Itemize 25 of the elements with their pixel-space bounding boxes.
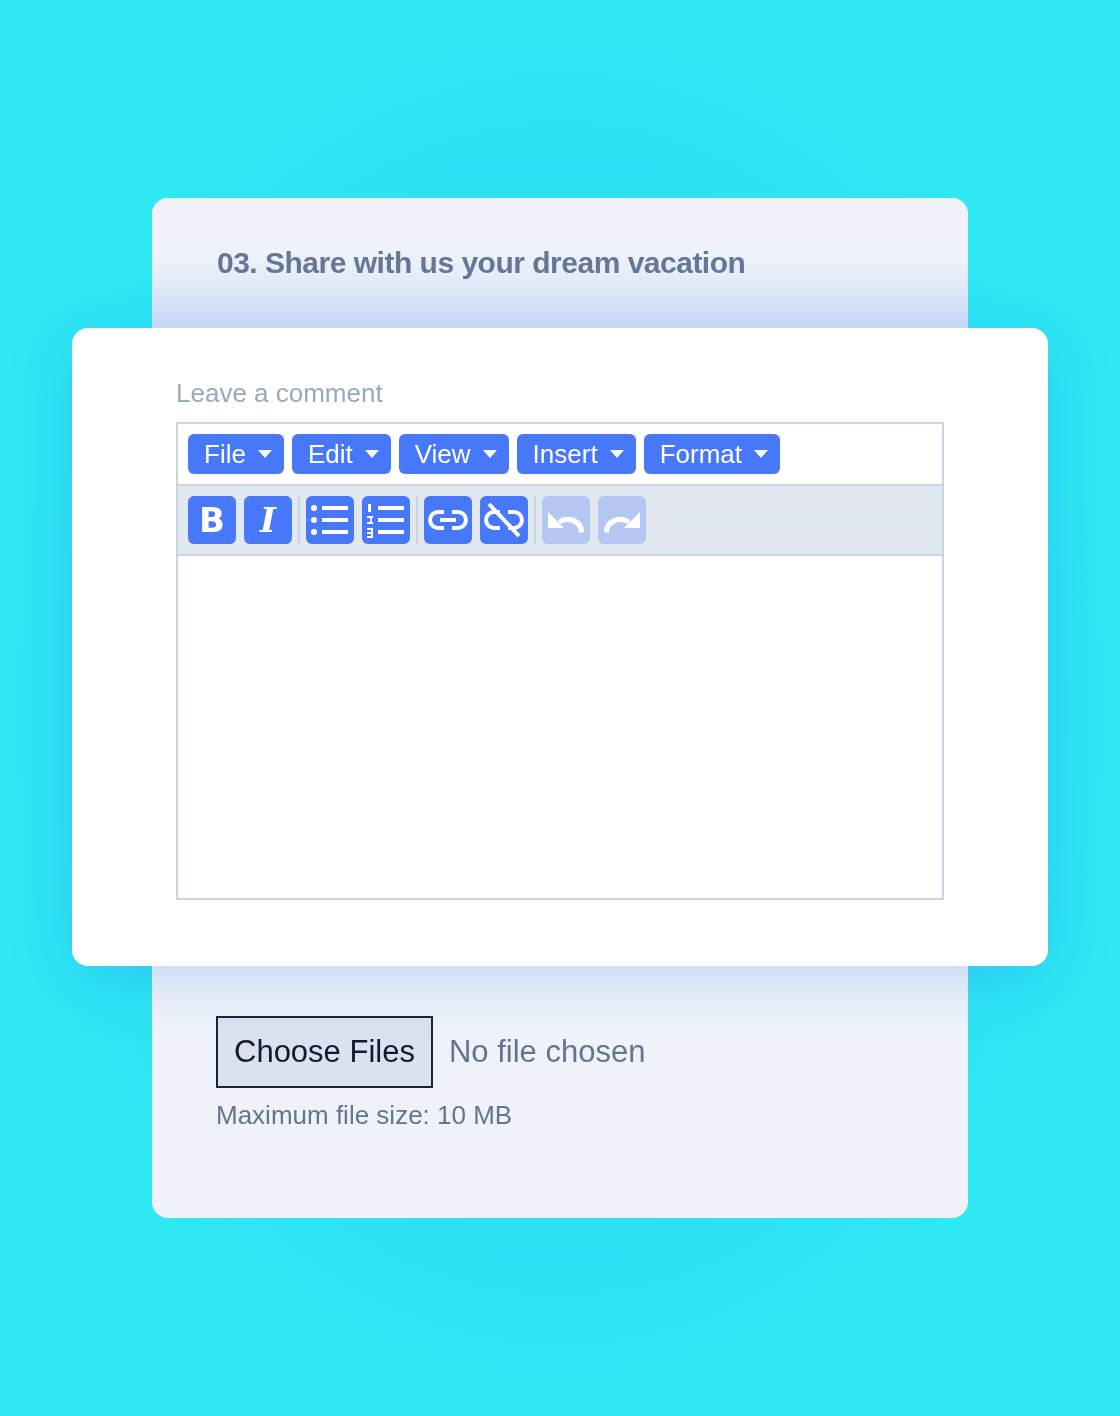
comment-label: Leave a comment: [176, 378, 384, 409]
link-button[interactable]: [424, 496, 472, 544]
unlink-button[interactable]: [480, 496, 528, 544]
bold-button[interactable]: B: [188, 496, 236, 544]
caret-icon: [364, 450, 379, 458]
caret-icon: [754, 450, 768, 458]
italic-button[interactable]: I: [244, 496, 292, 544]
file-status: No file chosen: [448, 1034, 646, 1070]
numbered-list-icon: [366, 502, 406, 538]
unlink-icon: [484, 502, 524, 538]
question-title: 03. Share with us your dream vacation: [217, 246, 746, 280]
caret-icon: [482, 450, 497, 458]
numbers-button[interactable]: [362, 496, 410, 544]
choose-files-button[interactable]: Choose Files: [216, 1016, 433, 1088]
menu-button[interactable]: Edit: [291, 434, 391, 474]
menu-button[interactable]: View: [398, 434, 509, 474]
menu-button[interactable]: Format: [643, 434, 780, 474]
link-icon: [428, 508, 468, 532]
caret-icon: [257, 450, 272, 458]
menu-button[interactable]: Insert: [516, 434, 636, 474]
menu-button[interactable]: File: [188, 434, 284, 474]
file-size-hint: Maximum file size: 10 MB: [216, 1100, 514, 1131]
bullet-list-icon: [310, 502, 350, 538]
bullets-button[interactable]: [306, 496, 354, 544]
caret-icon: [609, 450, 624, 458]
